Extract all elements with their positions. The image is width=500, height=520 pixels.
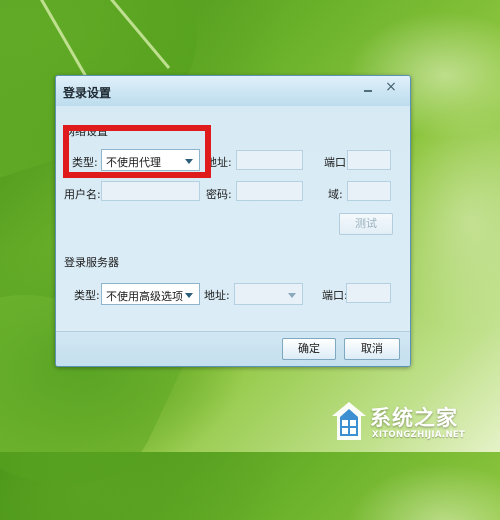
login-settings-dialog: 登录设置 × 网络设置 类型: 不使用代理 地址: 端口: 用户名: 密码: 域…	[55, 75, 411, 367]
house-logo-icon	[332, 402, 366, 440]
watermark-brand-name: 系统之家	[370, 406, 458, 430]
close-button[interactable]: ×	[380, 78, 402, 98]
username-input[interactable]	[101, 181, 200, 201]
watermark-brand-url: XITONGZHIJIA.NET	[372, 430, 466, 440]
server-type-value: 不使用高级选项	[106, 290, 183, 303]
domain-input[interactable]	[347, 181, 391, 201]
cancel-button[interactable]: 取消	[344, 338, 400, 360]
title-bar[interactable]: 登录设置 ×	[56, 76, 410, 106]
password-label: 密码:	[206, 188, 232, 201]
proxy-port-input[interactable]	[347, 150, 391, 170]
test-button[interactable]: 测试	[339, 213, 393, 235]
server-port-input[interactable]	[346, 283, 391, 303]
server-address-select[interactable]	[234, 283, 303, 305]
password-input[interactable]	[236, 181, 303, 201]
domain-label: 域:	[328, 188, 343, 201]
minimize-button[interactable]	[357, 78, 379, 98]
minimize-icon	[364, 90, 372, 92]
dropdown-arrow-icon	[185, 293, 193, 298]
dialog-title: 登录设置	[63, 86, 112, 100]
close-icon: ×	[385, 79, 397, 95]
proxy-port-label: 端口:	[324, 156, 350, 169]
server-type-select[interactable]: 不使用高级选项	[101, 283, 200, 305]
dialog-footer: 确定 取消	[56, 331, 410, 366]
server-type-label: 类型:	[74, 289, 100, 302]
server-address-label: 地址:	[204, 289, 230, 302]
proxy-address-input[interactable]	[236, 150, 303, 170]
server-port-label: 端口:	[322, 289, 348, 302]
ok-button[interactable]: 确定	[282, 338, 336, 360]
highlight-box	[63, 125, 211, 178]
dropdown-arrow-icon	[288, 293, 296, 298]
login-server-heading: 登录服务器	[64, 256, 119, 269]
username-label: 用户名:	[64, 188, 101, 201]
site-watermark: 系统之家 XITONGZHIJIA.NET	[330, 398, 495, 448]
